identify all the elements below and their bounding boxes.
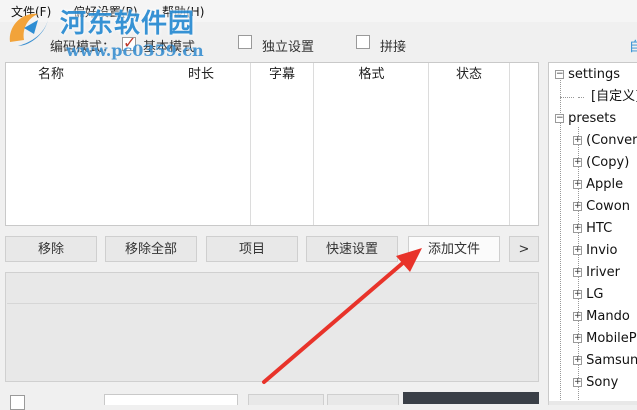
arrow-shaft <box>262 260 406 384</box>
annotation-arrow <box>262 248 422 384</box>
arrow-head-icon <box>396 248 422 272</box>
